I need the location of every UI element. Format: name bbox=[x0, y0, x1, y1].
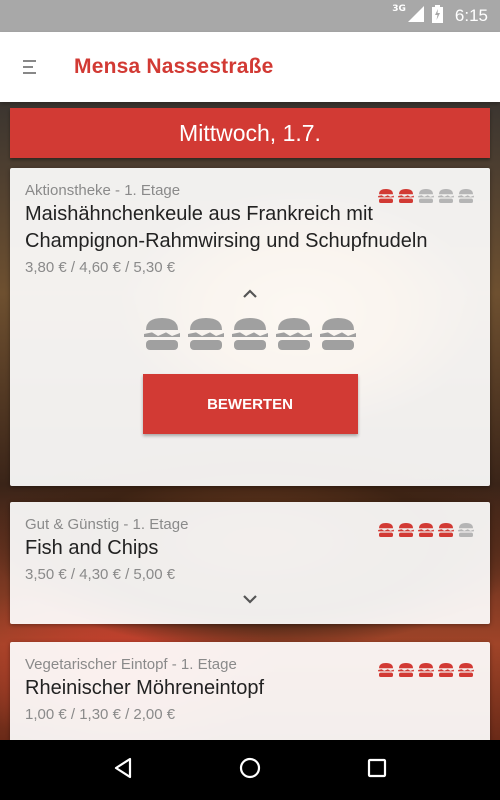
expand-toggle[interactable] bbox=[25, 589, 475, 613]
home-icon bbox=[238, 756, 262, 784]
recents-icon bbox=[365, 756, 389, 784]
app-title: Mensa Nassestraße bbox=[74, 55, 274, 78]
recents-button[interactable] bbox=[347, 740, 407, 800]
burger-icon bbox=[417, 188, 435, 207]
burger-icon bbox=[437, 188, 455, 207]
burger-icon bbox=[417, 662, 435, 681]
chevron-down-icon bbox=[240, 589, 260, 613]
meal-prices: 1,00 € / 1,30 € / 2,00 € bbox=[25, 706, 176, 723]
meal-rating bbox=[377, 522, 475, 541]
collapse-toggle[interactable] bbox=[25, 284, 475, 308]
burger-icon bbox=[457, 662, 475, 681]
navigation-bar bbox=[0, 740, 500, 800]
network-type: 3G bbox=[392, 4, 406, 14]
burger-icon[interactable] bbox=[186, 318, 226, 354]
meal-list[interactable]: Mittwoch, 1.7. Aktionstheke - 1. Etage M… bbox=[0, 102, 500, 740]
burger-icon bbox=[377, 522, 395, 541]
burger-icon bbox=[377, 662, 395, 681]
clock: 6:15 bbox=[454, 6, 488, 25]
menu-icon[interactable] bbox=[0, 32, 62, 102]
meal-card[interactable]: Vegetarischer Eintopf - 1. Etage Rheinis… bbox=[10, 642, 490, 740]
burger-icon bbox=[457, 522, 475, 541]
meal-card[interactable]: Gut & Günstig - 1. Etage Fish and Chips … bbox=[10, 502, 490, 624]
burger-icon bbox=[417, 522, 435, 541]
burger-icon bbox=[377, 188, 395, 207]
chevron-up-icon bbox=[240, 284, 260, 308]
status-bar: 3G 6:15 bbox=[0, 0, 500, 32]
rate-button[interactable]: BEWERTEN bbox=[142, 374, 358, 434]
battery-icon bbox=[431, 5, 443, 27]
burger-icon[interactable] bbox=[142, 318, 182, 354]
burger-icon[interactable] bbox=[230, 318, 270, 354]
app-bar: Mensa Nassestraße bbox=[0, 32, 500, 102]
back-button[interactable] bbox=[93, 740, 153, 800]
burger-icon bbox=[397, 188, 415, 207]
meal-prices: 3,80 € / 4,60 € / 5,30 € bbox=[25, 259, 176, 276]
back-icon bbox=[111, 756, 135, 784]
burger-icon bbox=[457, 188, 475, 207]
burger-icon bbox=[397, 662, 415, 681]
burger-icon[interactable] bbox=[274, 318, 314, 354]
burger-icon bbox=[397, 522, 415, 541]
date-header: Mittwoch, 1.7. bbox=[10, 108, 490, 158]
meal-rating bbox=[377, 188, 475, 207]
burger-icon bbox=[437, 662, 455, 681]
meal-prices: 3,50 € / 4,30 € / 5,00 € bbox=[25, 566, 176, 583]
meal-card[interactable]: Aktionstheke - 1. Etage Maishähnchenkeul… bbox=[10, 168, 490, 486]
signal-icon bbox=[407, 6, 424, 26]
home-button[interactable] bbox=[220, 740, 280, 800]
burger-icon bbox=[437, 522, 455, 541]
meal-name: Maishähnchenkeule aus Frankreich mit Cha… bbox=[25, 203, 428, 252]
burger-icon[interactable] bbox=[318, 318, 358, 354]
meal-rating bbox=[377, 662, 475, 681]
rating-input[interactable] bbox=[25, 318, 475, 354]
